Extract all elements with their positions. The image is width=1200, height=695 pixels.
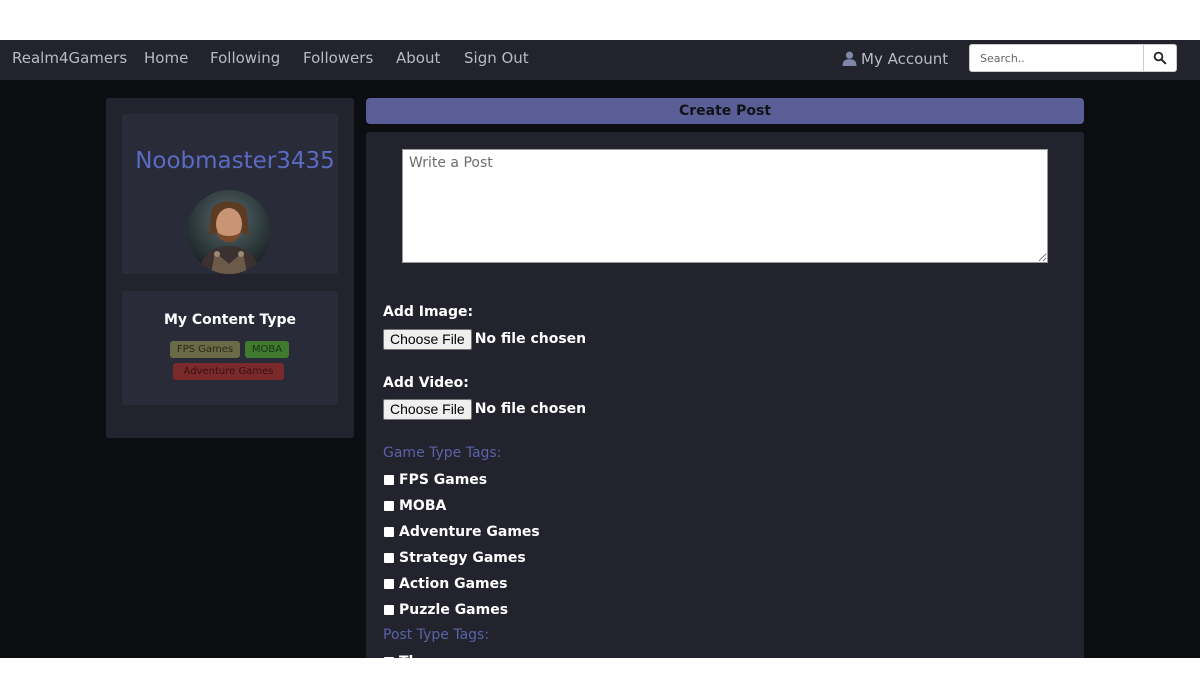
video-file-status: No file chosen xyxy=(474,401,587,417)
profile-card: Noobmaster3435 xyxy=(122,114,338,274)
checkbox-label: Action Games xyxy=(399,576,508,592)
image-file-input: Choose File No file chosen xyxy=(383,329,586,351)
nav-sign-out-link[interactable]: Sign Out xyxy=(464,40,529,80)
checkbox-label: Puzzle Games xyxy=(399,602,509,618)
user-icon xyxy=(842,42,857,80)
nav-about-link[interactable]: About xyxy=(396,40,440,80)
checkbox-square[interactable] xyxy=(384,579,394,589)
create-post-header: Create Post xyxy=(366,98,1084,124)
checkbox-label: Strategy Games xyxy=(399,550,526,566)
top-navbar: Realm4Gamers Home Following Followers Ab… xyxy=(0,40,1200,80)
game-type-tags-heading: Game Type Tags: xyxy=(383,445,502,461)
nav-home-link[interactable]: Home xyxy=(144,40,188,80)
add-image-label: Add Image: xyxy=(383,304,474,320)
checkbox-square[interactable] xyxy=(384,527,394,537)
checkbox-square[interactable] xyxy=(384,657,394,658)
avatar[interactable] xyxy=(187,190,271,274)
app-viewport: Realm4Gamers Home Following Followers Ab… xyxy=(0,40,1200,658)
tag-adventure-games: Adventure Games xyxy=(173,363,284,380)
nav-following-link[interactable]: Following xyxy=(210,40,280,80)
search-icon xyxy=(1144,51,1176,65)
checkbox-label: Th xyxy=(399,653,419,658)
content-type-title: My Content Type xyxy=(163,312,297,328)
search-input[interactable] xyxy=(969,44,1144,72)
search-button[interactable] xyxy=(1143,44,1177,72)
choose-image-file-button[interactable]: Choose File xyxy=(383,329,472,350)
search-group xyxy=(969,44,1177,72)
profile-sidebar: Noobmaster3435 My Content Type FPS Games… xyxy=(106,98,354,438)
create-post-form: Add Image: Choose FileNo file chosen Add… xyxy=(366,132,1084,658)
my-account-label: My Account xyxy=(861,50,949,68)
post-textarea[interactable] xyxy=(402,149,1048,263)
checkbox-square[interactable] xyxy=(384,475,394,485)
checkbox-square[interactable] xyxy=(384,605,394,615)
checkbox-label: MOBA xyxy=(399,498,447,514)
checkbox-label: Adventure Games xyxy=(399,524,540,540)
add-video-label: Add Video: xyxy=(383,375,469,391)
nav-followers-link[interactable]: Followers xyxy=(303,40,373,80)
image-file-status: No file chosen xyxy=(474,331,587,347)
post-type-tags-heading: Post Type Tags: xyxy=(383,627,490,643)
brand-link[interactable]: Realm4Gamers xyxy=(12,40,127,80)
username-heading[interactable]: Noobmaster3435 xyxy=(122,148,348,174)
checkbox-label: FPS Games xyxy=(399,472,488,488)
tag-fps-games: FPS Games xyxy=(170,341,240,358)
checkbox-square[interactable] xyxy=(384,553,394,563)
my-account-link[interactable]: My Account xyxy=(842,40,948,80)
checkbox-square[interactable] xyxy=(384,501,394,511)
content-type-card: My Content Type FPS Games MOBA Adventure… xyxy=(122,291,338,405)
choose-video-file-button[interactable]: Choose File xyxy=(383,399,472,420)
tag-moba: MOBA xyxy=(245,341,289,358)
video-file-input: Choose File No file chosen xyxy=(383,399,586,421)
